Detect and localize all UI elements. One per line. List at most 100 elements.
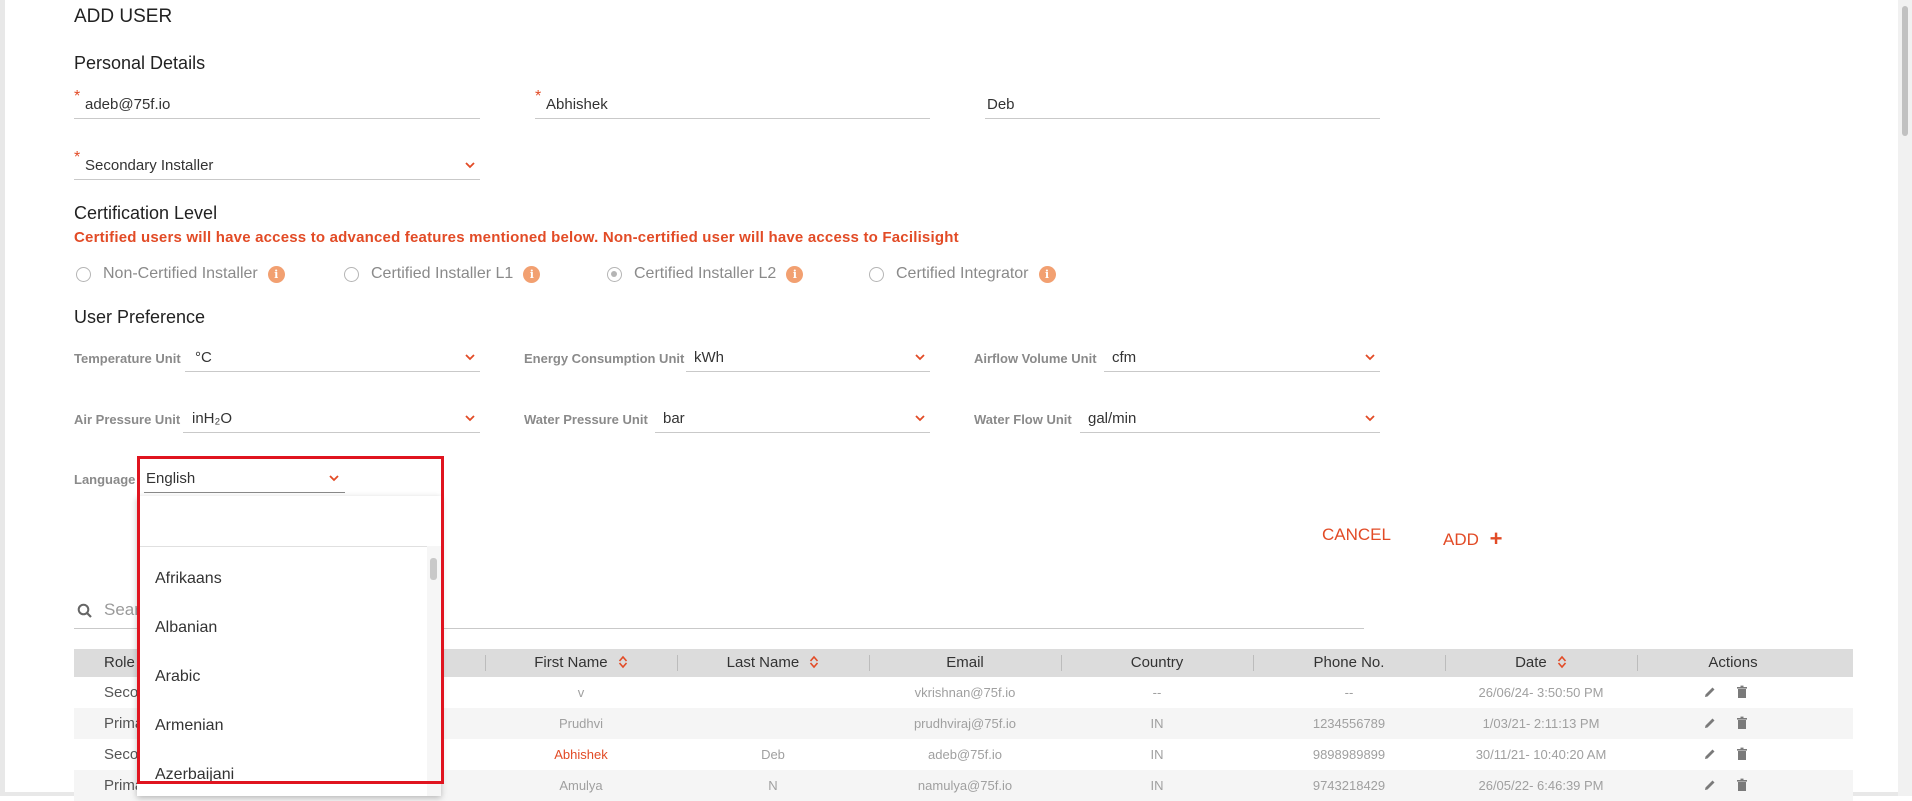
energy-unit-value: kWh: [694, 349, 724, 366]
delete-icon[interactable]: [1734, 746, 1750, 762]
cell-country: IN: [1150, 716, 1164, 731]
chevron-down-icon: [329, 475, 339, 482]
info-icon[interactable]: i: [786, 265, 804, 283]
radio-label: Non-Certified Installer: [103, 265, 258, 282]
chevron-down-icon: [465, 354, 475, 361]
edit-icon[interactable]: [1702, 746, 1718, 762]
radio-certified-integrator[interactable]: Certified Integrator i: [869, 265, 1056, 283]
sort-icon[interactable]: [618, 655, 628, 669]
window-left-edge: [0, 0, 5, 796]
cell-email: prudhviraj@75f.io: [913, 716, 1017, 731]
temperature-unit-label: Temperature Unit: [74, 351, 181, 366]
info-icon[interactable]: i: [523, 265, 541, 283]
cell-email: vkrishnan@75f.io: [914, 685, 1016, 700]
temperature-unit-value: °C: [195, 349, 212, 366]
cell-phone: --: [1344, 685, 1354, 700]
column-header-date[interactable]: Date: [1445, 649, 1637, 677]
column-header-email[interactable]: Email: [869, 649, 1061, 677]
cell-first-name: Amulya: [559, 778, 603, 793]
column-header-phone[interactable]: Phone No.: [1253, 649, 1445, 677]
language-option-albanian[interactable]: Albanian: [155, 619, 217, 637]
role-select[interactable]: * Secondary Installer: [74, 149, 480, 180]
search-icon: [77, 603, 92, 618]
cell-last-name: N: [768, 778, 778, 793]
last-name-value: Deb: [987, 96, 1015, 113]
cell-date: 26/05/22- 6:46:39 PM: [1478, 778, 1604, 793]
column-header-country[interactable]: Country: [1061, 649, 1253, 677]
chevron-down-icon: [1365, 415, 1375, 422]
language-select[interactable]: English: [144, 466, 345, 493]
page-scrollbar[interactable]: [1898, 0, 1912, 796]
airflow-unit-select[interactable]: cfm: [1104, 345, 1380, 372]
personal-details-heading: Personal Details: [74, 53, 206, 73]
cell-first-name: v: [577, 685, 585, 700]
last-name-field[interactable]: Deb: [985, 92, 1380, 119]
column-header-last-name[interactable]: Last Name: [677, 649, 869, 677]
radio-circle[interactable]: [76, 266, 91, 282]
page-title: ADD USER: [74, 6, 173, 27]
airflow-unit-label: Airflow Volume Unit: [974, 351, 1097, 366]
airflow-unit-value: cfm: [1112, 349, 1137, 366]
email-value: adeb@75f.io: [85, 96, 171, 113]
radio-circle-selected[interactable]: [607, 266, 622, 282]
column-header-first-name[interactable]: First Name: [485, 649, 677, 677]
chevron-down-icon: [1365, 354, 1375, 361]
delete-icon[interactable]: [1734, 684, 1750, 700]
cell-country: IN: [1150, 778, 1164, 793]
energy-unit-select[interactable]: kWh: [686, 345, 930, 372]
info-icon[interactable]: i: [267, 265, 285, 283]
cell-first-name: Prudhvi: [558, 716, 604, 731]
cancel-button[interactable]: CANCEL: [1322, 525, 1391, 545]
cell-email: namulya@75f.io: [917, 778, 1013, 793]
radio-non-certified-installer[interactable]: Non-Certified Installer i: [76, 265, 285, 283]
sort-icon[interactable]: [809, 655, 819, 669]
water-pressure-unit-select[interactable]: bar: [655, 406, 930, 433]
delete-icon[interactable]: [1734, 777, 1750, 793]
water-flow-unit-select[interactable]: gal/min: [1080, 406, 1380, 433]
radio-certified-installer-l2[interactable]: Certified Installer L2 i: [607, 265, 804, 283]
certification-note: Certified users will have access to adva…: [74, 229, 959, 246]
cell-phone: 1234556789: [1312, 716, 1386, 731]
sort-icon[interactable]: [1557, 655, 1567, 669]
radio-label: Certified Installer L2: [634, 265, 777, 282]
add-button-label: ADD: [1443, 530, 1479, 549]
language-dropdown[interactable]: Afrikaans Albanian Arabic Armenian Azerb…: [137, 496, 441, 796]
language-label: Language: [74, 472, 136, 487]
info-icon[interactable]: i: [1038, 265, 1056, 283]
add-button[interactable]: ADD +: [1443, 525, 1503, 551]
cell-country: IN: [1150, 747, 1164, 762]
air-pressure-unit-value: inH₂O: [192, 410, 232, 427]
language-filter-input[interactable]: [137, 496, 441, 547]
user-preference-heading: User Preference: [74, 307, 206, 327]
water-pressure-unit-value: bar: [663, 410, 685, 427]
radio-label: Certified Installer L1: [371, 265, 514, 282]
page-scrollbar-thumb[interactable]: [1902, 6, 1908, 136]
radio-circle[interactable]: [869, 266, 884, 282]
radio-circle[interactable]: [344, 266, 359, 282]
edit-icon[interactable]: [1702, 777, 1718, 793]
cell-phone: 9898989899: [1312, 747, 1386, 762]
first-name-value: Abhishek: [546, 96, 608, 113]
delete-icon[interactable]: [1734, 715, 1750, 731]
edit-icon[interactable]: [1702, 684, 1718, 700]
column-header-label: Last Name: [726, 654, 800, 671]
water-pressure-unit-label: Water Pressure Unit: [524, 412, 648, 427]
water-flow-unit-value: gal/min: [1088, 410, 1137, 427]
radio-certified-installer-l1[interactable]: Certified Installer L1 i: [344, 265, 541, 283]
language-option-armenian[interactable]: Armenian: [155, 717, 223, 735]
language-option-afrikaans[interactable]: Afrikaans: [155, 570, 222, 588]
plus-icon: +: [1489, 526, 1503, 551]
chevron-down-icon: [915, 354, 925, 361]
first-name-field[interactable]: * Abhishek: [535, 88, 930, 119]
dropdown-scrollbar[interactable]: [427, 546, 441, 796]
language-option-azerbaijani[interactable]: Azerbaijani: [155, 766, 234, 784]
role-value: Secondary Installer: [85, 157, 214, 174]
column-header-label: First Name: [534, 654, 608, 671]
language-option-arabic[interactable]: Arabic: [155, 668, 200, 686]
email-field[interactable]: * adeb@75f.io: [74, 88, 480, 119]
edit-icon[interactable]: [1702, 715, 1718, 731]
dropdown-scrollbar-thumb[interactable]: [430, 558, 437, 580]
required-mark: *: [74, 149, 81, 166]
temperature-unit-select[interactable]: °C: [185, 345, 480, 372]
air-pressure-unit-select[interactable]: inH₂O: [183, 406, 480, 433]
